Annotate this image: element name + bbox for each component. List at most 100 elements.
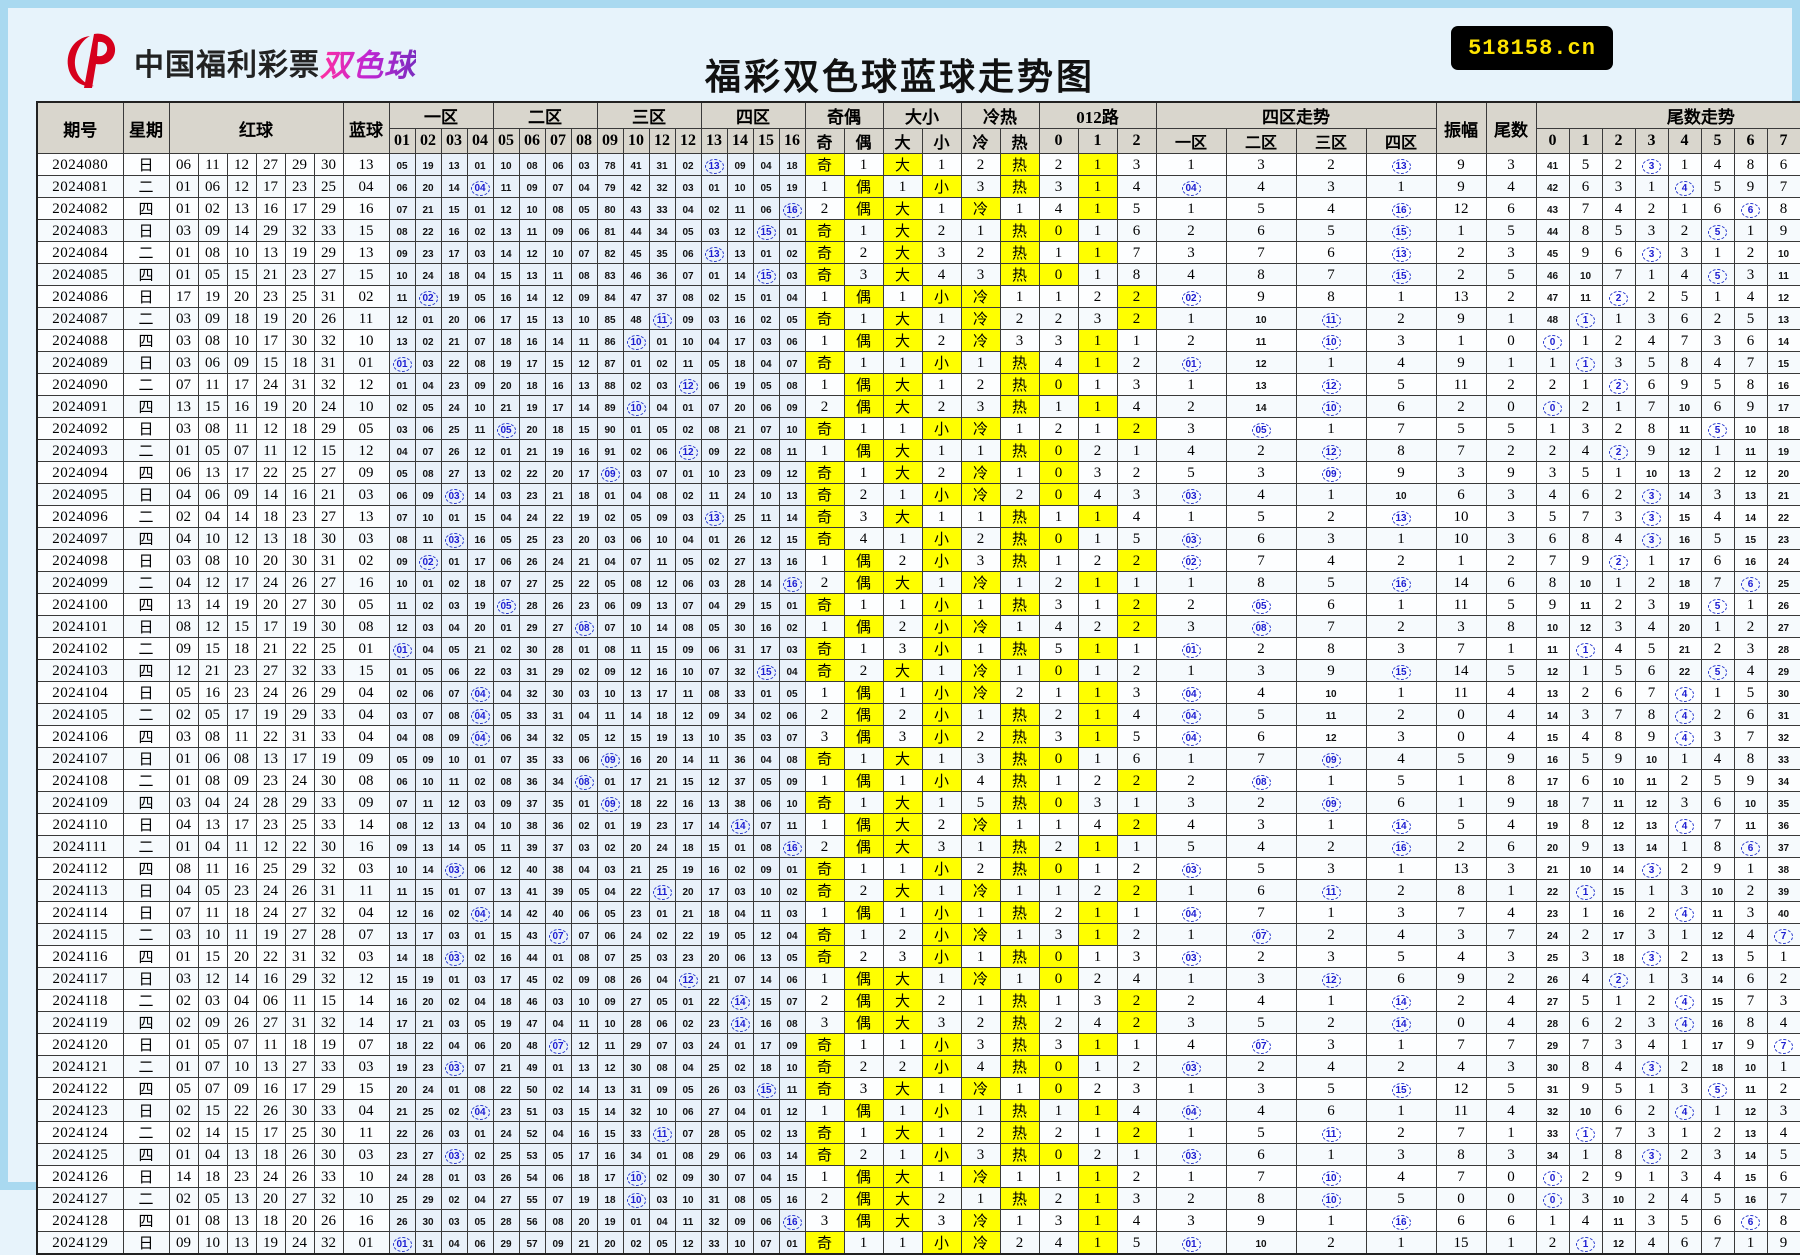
cell-n14: 01 [726,1033,754,1056]
site-badge-link[interactable]: 518158.cn [1451,26,1613,70]
cell-t2: 2 [1601,153,1636,176]
cell-cold: 2 [960,725,1001,748]
cell-week: 日 [122,967,170,990]
cell-t0: 1 [1535,417,1570,440]
cell-blue: 04 [342,175,390,198]
cell-n08: 22 [570,571,598,594]
cell-n06: 55 [518,1187,546,1210]
cell-road1: 3 [1077,791,1118,814]
cell-red2: 08 [197,329,228,352]
cell-t0: 1 [1535,351,1570,374]
cell-n13: 09 [700,703,728,726]
cell-small: 1 [921,1165,962,1188]
cell-n06: 25 [518,527,546,550]
cell-issue: 2024087 [36,307,124,330]
cell-zone2: 3 [1225,813,1297,836]
cell-blue: 12 [342,439,390,462]
cell-n16: 11 [778,1077,806,1100]
cell-issue: 2024121 [36,1055,124,1078]
cell-big: 大 [882,395,923,418]
cell-t3: 7 [1634,395,1669,418]
cell-tail: 2 [1485,549,1537,572]
cell-t6: 9 [1733,395,1768,418]
cell-red1: 09 [168,1231,199,1255]
cell-n05: 24 [492,1121,520,1144]
cell-hot: 热 [999,1187,1040,1210]
cell-red3: 14 [226,967,257,990]
cell-zone3: 09 [1295,747,1367,770]
cell-zone2: 2 [1225,791,1297,814]
column-subheader-02: 02 [414,128,442,154]
cell-big: 大 [882,241,923,264]
cell-t6: 3 [1733,263,1768,286]
cell-t1: 8 [1568,527,1603,550]
cell-red3: 17 [226,571,257,594]
cell-t1: 2 [1568,681,1603,704]
cell-odd: 3 [804,725,845,748]
cell-red6: 29 [313,197,344,220]
cell-cold: 冷 [960,1231,1001,1255]
cell-n12: 14 [674,747,702,770]
cell-n12: 07 [674,1121,702,1144]
cell-t6: 1 [1733,593,1768,616]
cell-t2: 2 [1601,285,1636,308]
cell-n08: 21 [570,549,598,572]
cell-hot: 2 [999,307,1040,330]
cell-red4: 13 [255,747,286,770]
cell-n01: 02 [388,681,416,704]
cell-t3: 4 [1634,1231,1669,1255]
cell-red6: 28 [313,923,344,946]
cell-zone2: 07 [1225,1033,1297,1056]
cell-red4: 27 [255,659,286,682]
cell-big: 1 [882,527,923,550]
cell-t5: 11 [1700,901,1735,924]
cell-small: 小 [921,725,962,748]
cell-red2: 09 [197,1011,228,1034]
cell-even: 2 [843,879,884,902]
cell-red5: 26 [284,879,315,902]
cell-small: 小 [921,1143,962,1166]
cell-t1: 2 [1568,1165,1603,1188]
cell-n01: 15 [388,967,416,990]
cell-n16: 08 [778,373,806,396]
column-header-蓝球: 蓝球 [342,101,390,154]
cell-t6: 10 [1733,417,1768,440]
cell-hot: 热 [999,593,1040,616]
cell-odd: 1 [804,285,845,308]
cell-n07: 04 [544,1121,572,1144]
cell-n16: 05 [778,945,806,968]
cell-t3: 3 [1634,945,1669,968]
cell-n12: 03 [674,1033,702,1056]
cell-n08: 23 [570,593,598,616]
cell-n02: 13 [414,835,442,858]
cell-blue: 10 [342,1165,390,1188]
cell-zone4: 4 [1365,747,1437,770]
cell-blue: 16 [342,835,390,858]
cell-odd: 1 [804,769,845,792]
cell-red2: 19 [197,285,228,308]
cell-t2: 5 [1601,659,1636,682]
cell-odd: 1 [804,967,845,990]
cell-n10: 48 [622,307,650,330]
cell-n05: 21 [492,395,520,418]
cell-road0: 3 [1038,329,1079,352]
cell-t7: 2 [1766,967,1800,990]
cell-n01: 11 [388,285,416,308]
cell-n12: 01 [674,461,702,484]
cell-road1: 4 [1077,813,1118,836]
cell-t1: 1 [1568,373,1603,396]
cell-odd: 奇 [804,527,845,550]
cell-t1: 6 [1568,769,1603,792]
cell-red2: 08 [197,417,228,440]
cell-red5: 26 [284,681,315,704]
cell-zone4: 1 [1365,681,1437,704]
cell-n11: 21 [648,769,676,792]
cell-n01: 21 [388,1099,416,1122]
cell-n14: 01 [726,835,754,858]
cell-zone4: 15 [1365,1077,1437,1100]
cell-n14: 31 [726,637,754,660]
cell-n09: 01 [596,813,624,836]
cell-n14: 06 [726,945,754,968]
cell-odd: 奇 [804,1231,845,1255]
cell-red2: 08 [197,769,228,792]
